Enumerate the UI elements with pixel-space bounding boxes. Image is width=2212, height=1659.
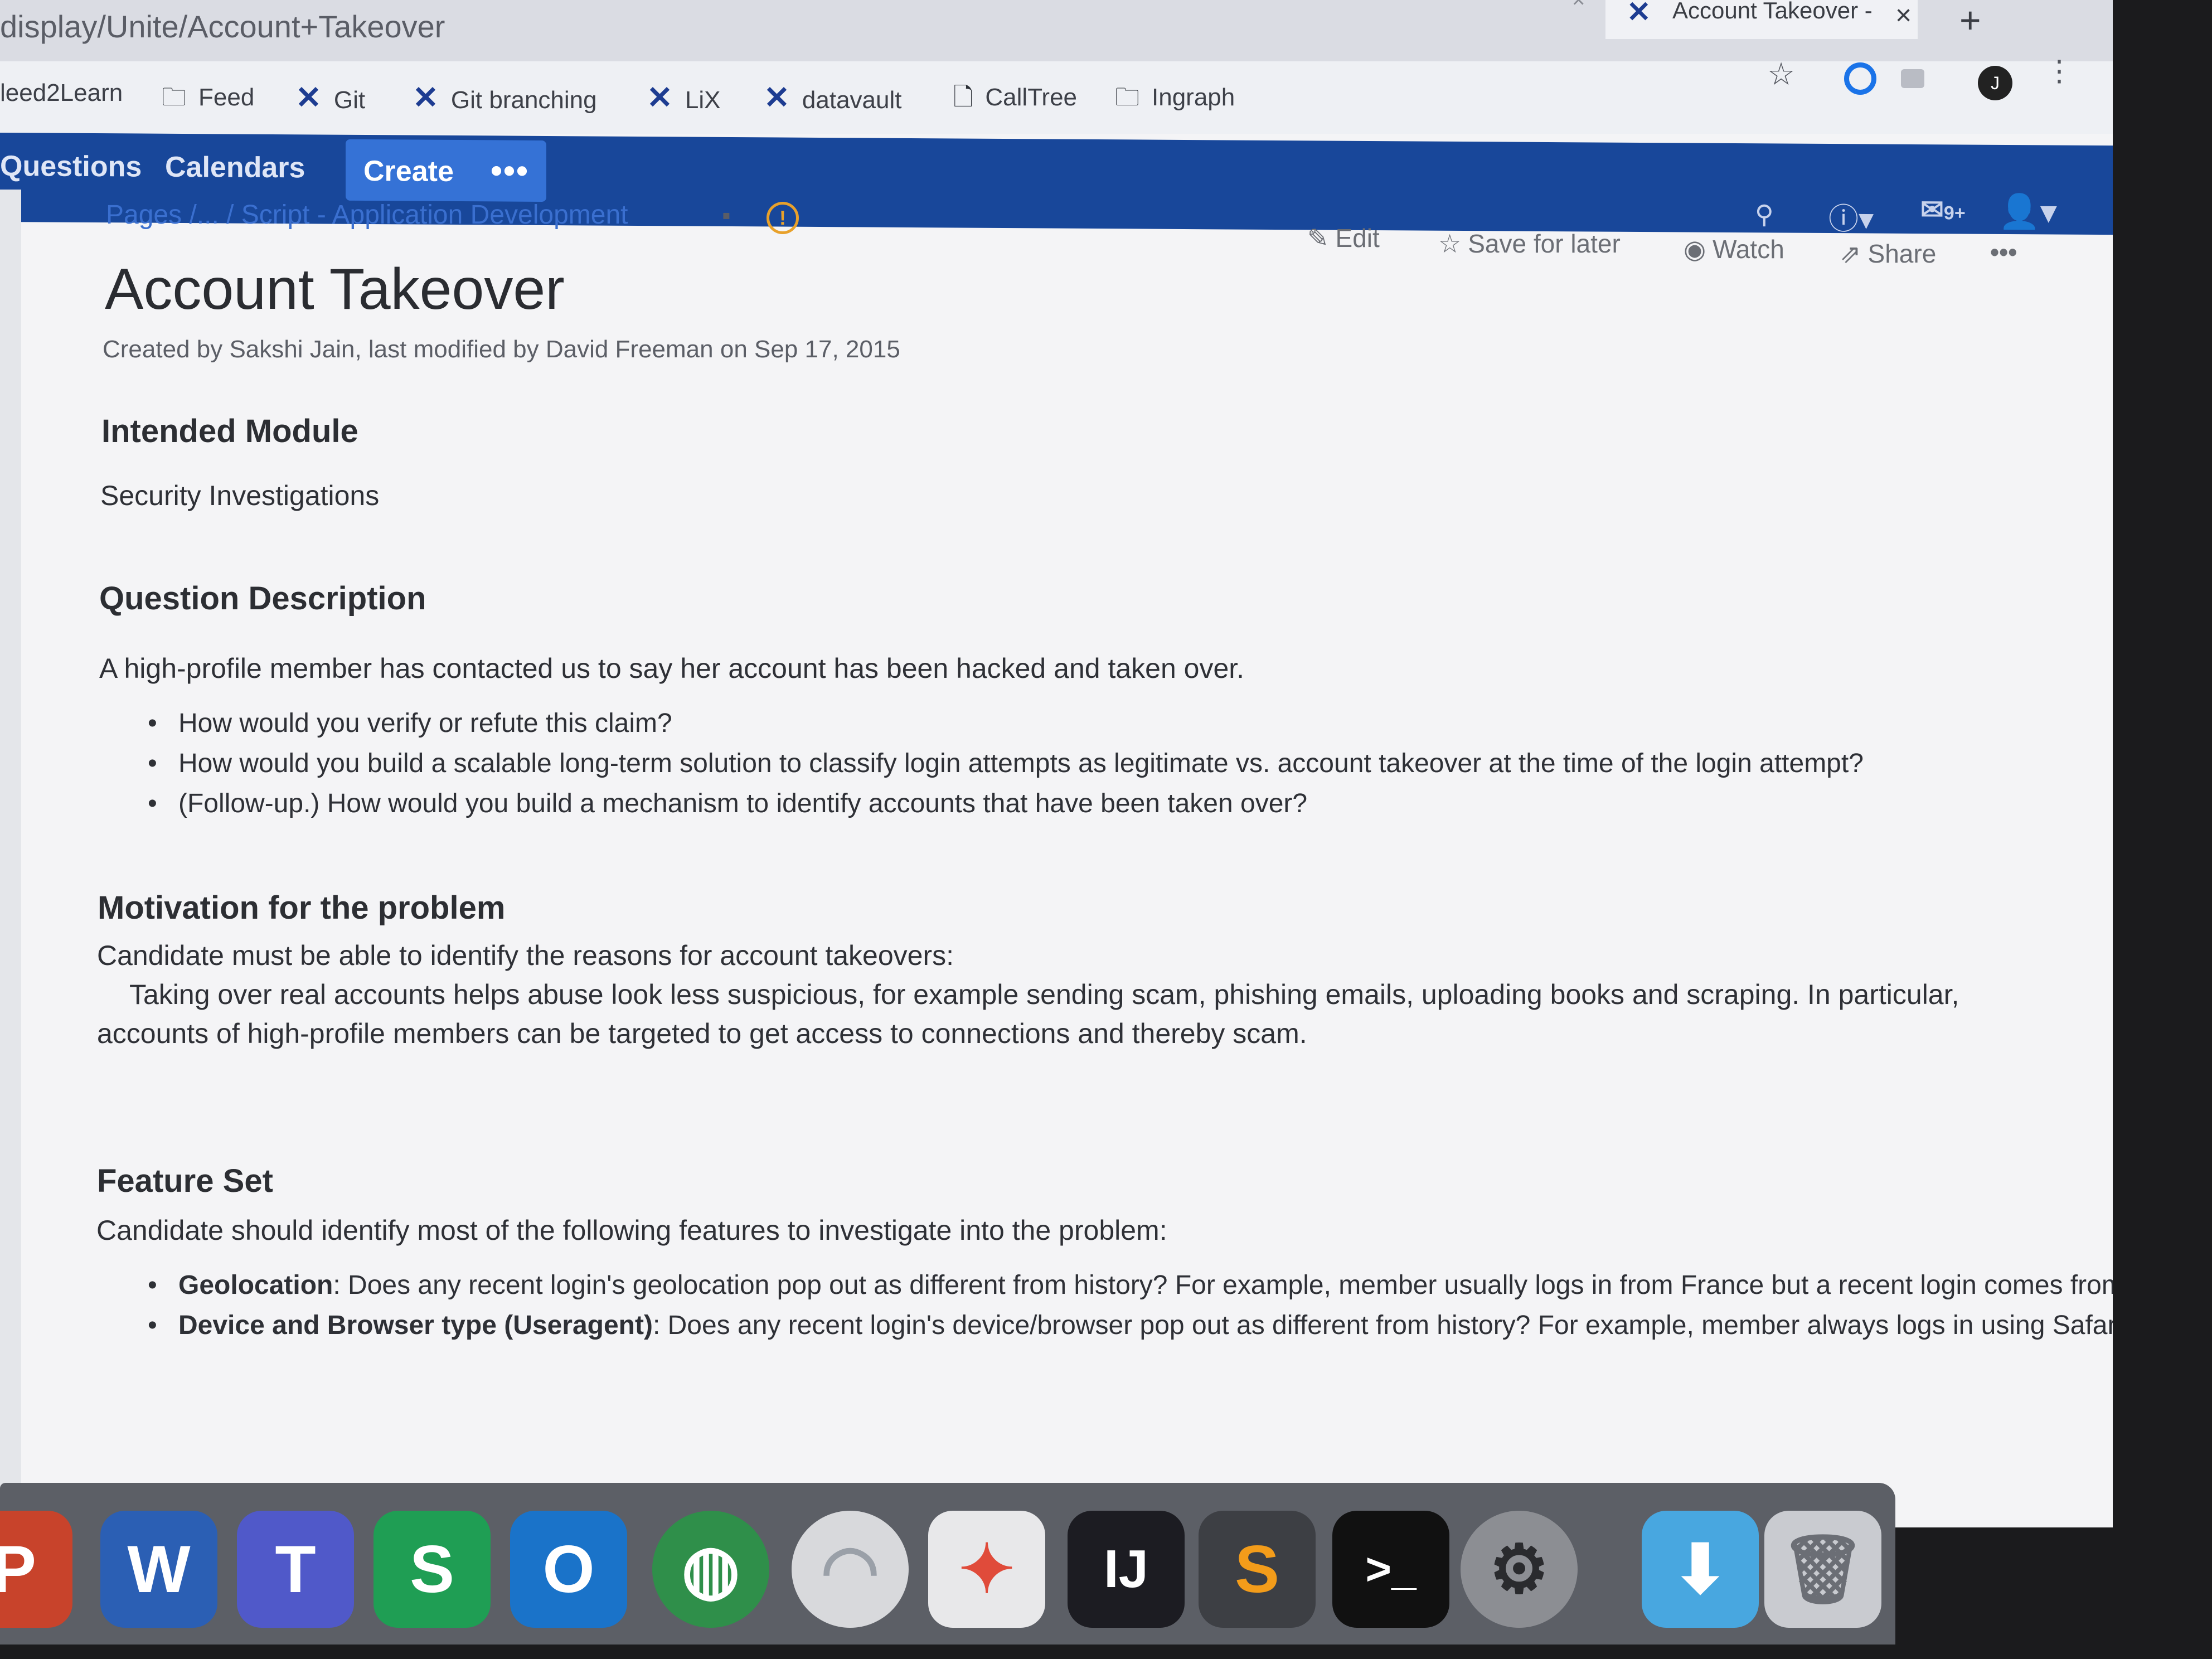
bookmark-label: Feed xyxy=(198,84,255,111)
watch-label: Watch xyxy=(1713,235,1784,264)
heading-motivation: Motivation for the problem xyxy=(98,890,506,926)
active-tab[interactable]: ✕ Account Takeover - × xyxy=(1605,0,1918,39)
outlook-icon[interactable]: O xyxy=(510,1511,627,1628)
restrictions-lock-icon[interactable]: ▪ xyxy=(722,202,731,230)
extension-circle-icon[interactable] xyxy=(1844,62,1876,95)
extension-cast-icon[interactable] xyxy=(1901,69,1924,88)
teams-icon[interactable]: T xyxy=(237,1511,354,1628)
wifi-utility-icon[interactable]: ◠ xyxy=(792,1511,909,1628)
bookmark-ingraph[interactable]: 🗀 Ingraph xyxy=(1115,79,1235,121)
bookmark-label: leed2Learn xyxy=(0,79,123,106)
page-more-actions[interactable]: ••• xyxy=(1990,237,2017,267)
confluence-x-icon: ✕ xyxy=(295,80,322,115)
bookmark-label: datavault xyxy=(802,86,902,114)
feature-label: Geolocation xyxy=(178,1270,333,1300)
question-bullets: How would you verify or refute this clai… xyxy=(148,708,1864,828)
watch-action[interactable]: ◉ Watch xyxy=(1684,234,1784,264)
folder-icon: 🗀 xyxy=(1115,84,1139,111)
share-icon: ⇗ xyxy=(1840,239,1861,268)
skype-for-business-icon[interactable]: S xyxy=(373,1511,491,1628)
page-content: Pages /... / Script - Application Develo… xyxy=(0,190,2113,1488)
motivation-line-3: accounts of high-profile members can be … xyxy=(97,1018,1307,1049)
bookmark-git-branching[interactable]: ✕ Git branching xyxy=(413,79,597,116)
screen-bezel xyxy=(2113,0,2212,1659)
confluence-x-icon: ✕ xyxy=(764,80,790,115)
downloads-folder-icon[interactable]: ⬇ xyxy=(1642,1511,1759,1628)
feature-bullets: Geolocation: Does any recent login's geo… xyxy=(148,1265,2113,1346)
share-action[interactable]: ⇗ Share xyxy=(1840,239,1936,269)
save-for-later-action[interactable]: ☆ Save for later xyxy=(1438,229,1621,259)
motivation-line-2: Taking over real accounts helps abuse lo… xyxy=(129,979,1959,1010)
trash-icon[interactable]: 🗑 xyxy=(1764,1511,1881,1628)
bookmark-label: CallTree xyxy=(985,84,1078,111)
feature-text: : Does any recent login's device/browser… xyxy=(652,1311,2113,1340)
bookmark-calltree[interactable]: 🗋 CallTree xyxy=(953,79,1077,121)
bookmark-label: LiX xyxy=(685,86,721,114)
tab-close-icon[interactable]: × xyxy=(1895,0,1912,31)
list-item: How would you build a scalable long-term… xyxy=(148,748,1864,788)
sidebar-edge[interactable] xyxy=(0,190,21,1488)
feature-text: : Does any recent login's geolocation po… xyxy=(333,1270,2113,1300)
bookmark-leed2learn[interactable]: leed2Learn xyxy=(0,79,123,107)
page-warning-icon[interactable]: ! xyxy=(767,202,799,234)
screen: display/Unite/Account+Takeover × ✕ Accou… xyxy=(0,0,2113,1527)
bookmark-label: Ingraph xyxy=(1152,84,1235,111)
star-icon: ☆ xyxy=(1438,229,1462,258)
tab-title: Account Takeover - xyxy=(1672,0,1873,23)
intellij-icon[interactable]: IJ xyxy=(1068,1511,1185,1628)
folder-icon: 🗀 xyxy=(162,84,186,111)
address-bar-url[interactable]: display/Unite/Account+Takeover xyxy=(0,8,445,45)
edit-action[interactable]: ✎ Edit xyxy=(1307,223,1380,253)
word-icon[interactable]: W xyxy=(100,1511,217,1628)
question-intro: A high-profile member has contacted us t… xyxy=(99,653,1245,684)
browser-tabstrip: display/Unite/Account+Takeover × ✕ Accou… xyxy=(0,0,2113,61)
breadcrumb[interactable]: Pages /... / Script - Application Develo… xyxy=(106,200,628,230)
vpn-client-icon[interactable]: ◍ xyxy=(652,1511,769,1628)
create-button-label: Create xyxy=(363,154,454,188)
list-item: (Follow-up.) How would you build a mecha… xyxy=(148,788,1864,828)
motivation-line-1: Candidate must be able to identify the r… xyxy=(97,940,954,971)
feature-label: Device and Browser type (Useragent) xyxy=(178,1311,653,1340)
sublime-text-icon[interactable]: S xyxy=(1199,1511,1316,1628)
nav-questions[interactable]: Questions xyxy=(0,149,142,184)
heading-intended-module: Intended Module xyxy=(101,413,358,449)
bookmark-git[interactable]: ✕ Git xyxy=(295,79,365,116)
bookmark-star-icon[interactable]: ☆ xyxy=(1767,56,1795,93)
slack-icon[interactable]: ✦ xyxy=(928,1511,1045,1628)
profile-avatar[interactable]: J xyxy=(1978,66,2012,100)
more-nav-button[interactable]: ••• xyxy=(491,151,529,190)
bookmarks-bar: leed2Learn 🗀 Feed ✕ Git ✕ Git branching ✕ Li… xyxy=(0,61,2113,134)
page-byline: Created by Sakshi Jain, last modified by… xyxy=(103,336,900,363)
list-item: Device and Browser type (Useragent): Doe… xyxy=(148,1306,2113,1346)
bookmark-datavault[interactable]: ✕ datavault xyxy=(764,79,902,116)
page-icon: 🗋 xyxy=(953,84,973,111)
bookmark-feed[interactable]: 🗀 Feed xyxy=(162,79,254,121)
save-label: Save for later xyxy=(1468,229,1621,258)
page-title: Account Takeover xyxy=(105,257,565,322)
prev-tab-close-icon[interactable]: × xyxy=(1572,0,1585,13)
feature-set-intro: Candidate should identify most of the fo… xyxy=(96,1215,1167,1246)
bookmark-label: Git xyxy=(333,86,366,114)
pencil-icon: ✎ xyxy=(1307,224,1329,253)
share-label: Share xyxy=(1867,239,1937,268)
confluence-x-icon: ✕ xyxy=(413,80,439,115)
bookmark-label: Git branching xyxy=(450,86,597,114)
browser-menu-icon[interactable]: ⋮ xyxy=(2045,57,2074,86)
nav-calendars[interactable]: Calendars xyxy=(165,151,305,185)
heading-feature-set: Feature Set xyxy=(97,1163,273,1199)
intended-module-text: Security Investigations xyxy=(100,480,380,511)
system-preferences-icon[interactable]: ⚙ xyxy=(1461,1511,1578,1628)
new-tab-button[interactable]: + xyxy=(1959,0,1981,41)
list-item: Geolocation: Does any recent login's geo… xyxy=(148,1265,2113,1306)
bookmark-lix[interactable]: ✕ LiX xyxy=(647,79,721,116)
heading-question-description: Question Description xyxy=(99,580,426,617)
powerpoint-icon[interactable]: P xyxy=(0,1511,72,1628)
edit-label: Edit xyxy=(1335,224,1380,253)
confluence-x-icon: ✕ xyxy=(1627,0,1651,28)
terminal-icon[interactable]: >_ xyxy=(1332,1511,1449,1628)
eye-icon: ◉ xyxy=(1684,235,1706,264)
confluence-x-icon: ✕ xyxy=(647,80,673,115)
list-item: How would you verify or refute this clai… xyxy=(148,708,1864,748)
